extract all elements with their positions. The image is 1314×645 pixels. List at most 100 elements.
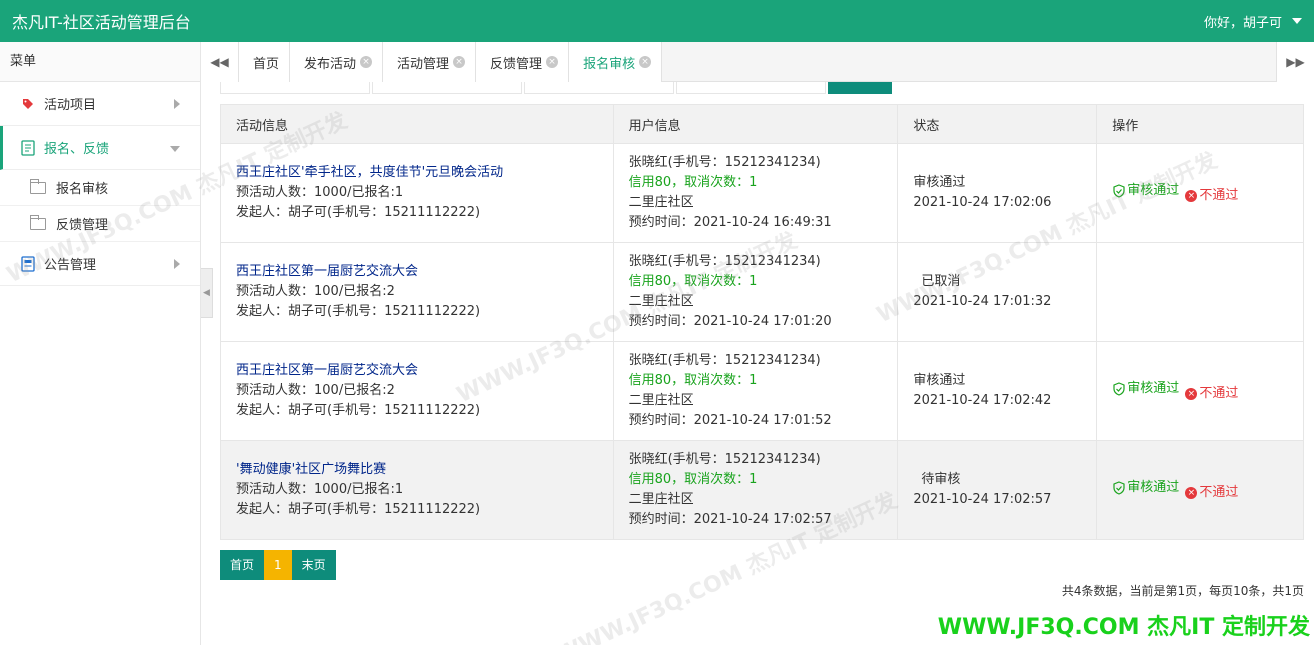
close-icon[interactable]: × — [546, 56, 559, 68]
folder-icon — [30, 178, 46, 194]
tab-label: 发布活动 — [304, 56, 357, 72]
column-header: 状态 — [897, 104, 1098, 144]
approve-button[interactable]: 审核通过 — [1112, 181, 1179, 201]
signup-table: 活动信息 用户信息 状态 操作 西王庄社区'牵手社区，共度佳节'元旦晚会活动 预… — [220, 104, 1304, 540]
activity-count: 预活动人数：1000/已报名:1 — [236, 185, 404, 200]
action-cell: 审核通过 × 不通过 — [1096, 341, 1304, 441]
sidebar-collapse-handle[interactable]: ◀ — [201, 268, 213, 318]
document-icon — [20, 139, 36, 156]
tab-bar: ◀◀ 首页 发布活动 × 活动管理 × 反馈管理 × 报名审核 × ▶▶ — [201, 42, 1314, 82]
status-time: 2021-10-24 17:02:42 — [913, 393, 1052, 408]
approve-label: 审核通过 — [1127, 182, 1180, 198]
sidebar-item-label: 报名、反馈 — [44, 142, 110, 157]
main-content: 活动信息 用户信息 状态 操作 西王庄社区'牵手社区，共度佳节'元旦晚会活动 预… — [220, 82, 1304, 599]
activity-owner: 发起人：胡子可(手机号：15211112222) — [236, 304, 481, 319]
chevron-right-icon — [174, 258, 180, 269]
search-bar — [220, 82, 1304, 94]
search-input-1[interactable] — [220, 82, 370, 94]
tag-icon — [20, 96, 36, 112]
status-text: 待审核 — [921, 472, 961, 487]
status-cell: 已取消 2021-10-24 17:01:32 — [897, 242, 1098, 342]
chevron-right-icon — [174, 98, 180, 109]
user-booking-time: 预约时间：2021-10-24 16:49:31 — [628, 215, 832, 230]
table-row: 西王庄社区第一届厨艺交流大会 预活动人数：100/已报名:2 发起人：胡子可(手… — [220, 341, 1304, 441]
approve-label: 审核通过 — [1127, 380, 1180, 396]
status-text: 已取消 — [921, 274, 961, 289]
activity-count: 预活动人数：100/已报名:2 — [236, 284, 395, 299]
close-circle-icon: × — [1185, 189, 1198, 202]
sidebar-subitem-signup-review[interactable]: 报名审核 — [0, 170, 200, 206]
sidebar-subitem-label: 反馈管理 — [56, 218, 109, 233]
close-icon[interactable]: × — [639, 56, 652, 68]
tab-scroll-right-button[interactable]: ▶▶ — [1276, 42, 1314, 82]
user-booking-time: 预约时间：2021-10-24 17:02:57 — [628, 512, 832, 527]
close-icon[interactable]: × — [360, 56, 373, 68]
sidebar-title: 菜单 — [0, 42, 200, 82]
activity-owner: 发起人：胡子可(手机号：15211112222) — [236, 502, 481, 517]
action-cell: 审核通过 × 不通过 — [1096, 143, 1304, 243]
search-button[interactable] — [828, 82, 892, 94]
search-input-2[interactable] — [372, 82, 522, 94]
user-info-cell: 张晓红(手机号：15212341234) 信用80，取消次数：1 二里庄社区 预… — [612, 341, 899, 441]
tab-label: 报名审核 — [583, 56, 636, 72]
user-area: 二里庄社区 — [628, 294, 694, 309]
status-time: 2021-10-24 17:02:57 — [913, 492, 1052, 507]
user-info-cell: 张晓红(手机号：15212341234) 信用80，取消次数：1 二里庄社区 预… — [612, 440, 899, 540]
activity-info-cell: 西王庄社区第一届厨艺交流大会 预活动人数：100/已报名:2 发起人：胡子可(手… — [220, 242, 614, 342]
user-name: 张晓红(手机号：15212341234) — [628, 452, 821, 467]
current-page-button[interactable]: 1 — [264, 550, 292, 580]
approve-button[interactable]: 审核通过 — [1112, 379, 1179, 399]
reject-button[interactable]: × 不通过 — [1185, 384, 1238, 404]
shield-check-icon — [1113, 183, 1125, 198]
first-page-button[interactable]: 首页 — [220, 550, 265, 580]
sidebar-item-activities[interactable]: 活动项目 — [0, 82, 200, 126]
search-input-3[interactable] — [524, 82, 674, 94]
tab-home[interactable]: 首页 — [239, 42, 291, 82]
reject-button[interactable]: × 不通过 — [1185, 483, 1238, 503]
user-area: 二里庄社区 — [628, 393, 694, 408]
user-credit: 信用80，取消次数：1 — [628, 472, 758, 487]
tab-feedback-management[interactable]: 反馈管理 × — [476, 42, 570, 82]
watermark-banner: WWW.JF3Q.COM 杰凡IT 定制开发 — [937, 615, 1310, 640]
sidebar-item-signup-feedback[interactable]: 报名、反馈 — [0, 126, 200, 170]
double-chevron-right-icon: ▶▶ — [1286, 55, 1305, 69]
pagination-summary: 共4条数据，当前是第1页，每页10条，共1页 — [1061, 584, 1304, 598]
user-name: 张晓红(手机号：15212341234) — [628, 353, 821, 368]
tab-scroll-left-button[interactable]: ◀◀ — [201, 42, 239, 82]
column-header: 活动信息 — [220, 104, 614, 144]
sidebar-subitem-label: 报名审核 — [56, 182, 109, 197]
last-page-button[interactable]: 末页 — [291, 550, 336, 580]
activity-title: '舞动健康'社区广场舞比赛 — [236, 462, 387, 477]
reject-button[interactable]: × 不通过 — [1185, 186, 1238, 206]
status-cell: 审核通过 2021-10-24 17:02:06 — [897, 143, 1098, 243]
activity-title: 西王庄社区第一届厨艺交流大会 — [236, 363, 419, 378]
activity-owner: 发起人：胡子可(手机号：15211112222) — [236, 403, 481, 418]
tab-label: 活动管理 — [397, 56, 450, 72]
tab-label: 首页 — [253, 56, 280, 72]
action-cell: 审核通过 × 不通过 — [1096, 440, 1304, 540]
search-input-4[interactable] — [676, 82, 826, 94]
action-cell — [1096, 242, 1304, 342]
column-header: 用户信息 — [612, 104, 899, 144]
activity-info-cell: '舞动健康'社区广场舞比赛 预活动人数：1000/已报名:1 发起人：胡子可(手… — [220, 440, 614, 540]
tab-publish-activity[interactable]: 发布活动 × — [290, 42, 384, 82]
sidebar-item-announcements[interactable]: 公告管理 — [0, 242, 200, 286]
user-booking-time: 预约时间：2021-10-24 17:01:20 — [628, 314, 832, 329]
user-greeting: 你好，胡子可 — [1203, 15, 1282, 31]
status-cell: 审核通过 2021-10-24 17:02:42 — [897, 341, 1098, 441]
table-row: '舞动健康'社区广场舞比赛 预活动人数：1000/已报名:1 发起人：胡子可(手… — [220, 440, 1304, 540]
activity-owner: 发起人：胡子可(手机号：15211112222) — [236, 205, 481, 220]
tab-activity-management[interactable]: 活动管理 × — [383, 42, 477, 82]
user-name: 张晓红(手机号：15212341234) — [628, 254, 821, 269]
chevron-down-icon — [170, 145, 180, 152]
activity-count: 预活动人数：1000/已报名:1 — [236, 482, 404, 497]
sidebar-subitem-feedback[interactable]: 反馈管理 — [0, 206, 200, 242]
approve-button[interactable]: 审核通过 — [1112, 478, 1179, 498]
user-credit: 信用80，取消次数：1 — [628, 373, 758, 388]
reject-label: 不通过 — [1199, 484, 1239, 500]
user-menu[interactable]: 你好，胡子可 — [1204, 12, 1302, 31]
tab-signup-review[interactable]: 报名审核 × — [569, 42, 663, 82]
activity-title: 西王庄社区第一届厨艺交流大会 — [236, 264, 419, 279]
user-info-cell: 张晓红(手机号：15212341234) 信用80，取消次数：1 二里庄社区 预… — [612, 143, 899, 243]
close-icon[interactable]: × — [453, 56, 466, 68]
